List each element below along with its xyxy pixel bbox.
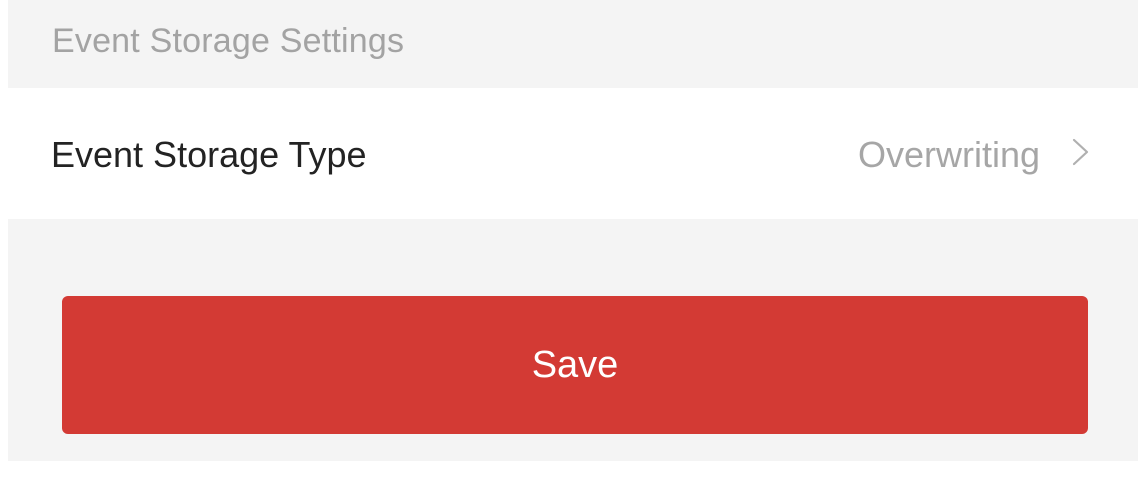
section-header: Event Storage Settings <box>8 0 1138 88</box>
event-storage-type-label: Event Storage Type <box>51 134 367 175</box>
event-storage-settings-screen: Event Storage Settings Event Storage Typ… <box>0 0 1138 489</box>
event-storage-type-row[interactable]: Event Storage Type Overwriting <box>8 88 1138 219</box>
bottom-strip <box>8 461 1138 489</box>
action-area: Save <box>8 219 1138 461</box>
save-button[interactable]: Save <box>62 296 1088 434</box>
section-title: Event Storage Settings <box>52 22 405 60</box>
event-storage-type-value: Overwriting <box>857 134 1040 175</box>
chevron-right-icon <box>1070 134 1092 170</box>
